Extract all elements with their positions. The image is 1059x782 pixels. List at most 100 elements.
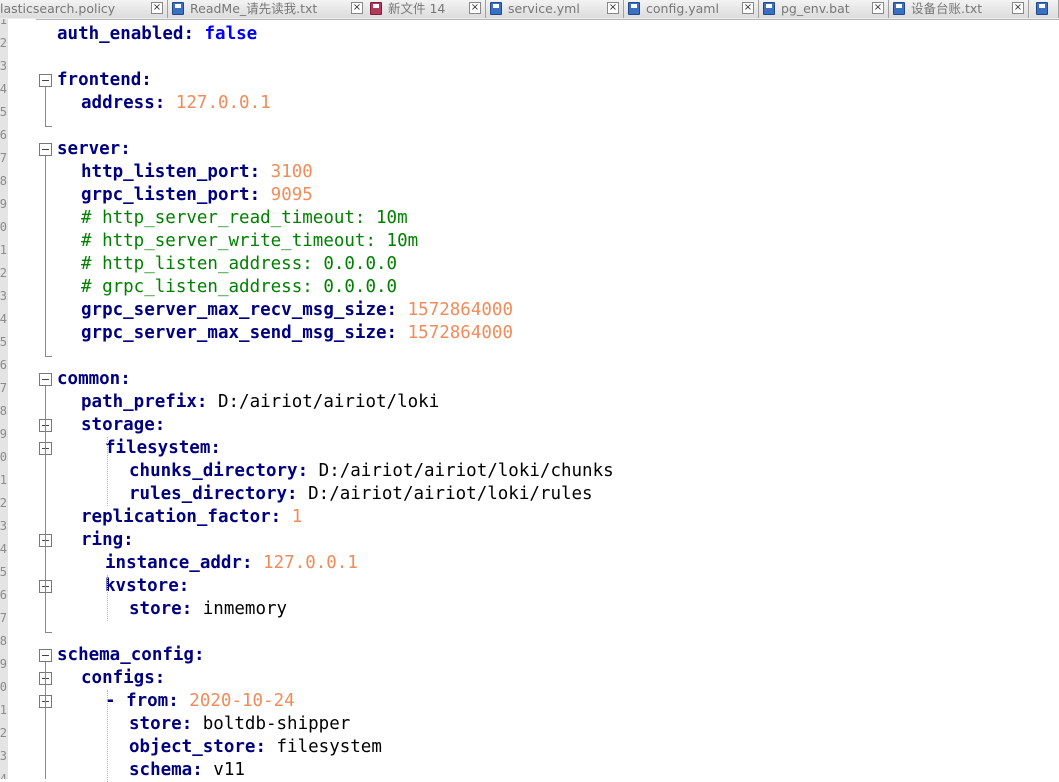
yaml-key: schema_config xyxy=(57,645,194,665)
close-icon[interactable]: × xyxy=(351,2,363,14)
yaml-separator: : xyxy=(141,70,152,90)
code-line[interactable]: storage: xyxy=(81,414,165,437)
line-number: 9 xyxy=(0,657,7,671)
yaml-separator: : xyxy=(154,668,166,688)
code-line[interactable]: # grpc_listen_address: 0.0.0.0 xyxy=(81,276,397,299)
close-icon[interactable]: × xyxy=(1012,2,1024,14)
code-line[interactable]: # http_server_write_timeout: 10m xyxy=(81,230,418,253)
code-line[interactable]: # http_listen_address: 0.0.0.0 xyxy=(81,253,397,276)
code-line[interactable]: grpc_listen_port: 9095 xyxy=(81,184,313,207)
code-line[interactable]: address: 127.0.0.1 xyxy=(81,92,271,115)
yaml-separator: : xyxy=(210,438,221,458)
yaml-value: 127.0.0.1 xyxy=(175,93,271,113)
code-line[interactable]: path_prefix: D:/airiot/airiot/loki xyxy=(81,391,439,414)
yaml-separator: : xyxy=(193,645,205,665)
line-number: 1 xyxy=(0,243,7,257)
yaml-separator: : xyxy=(154,93,176,113)
yaml-value: D:/airiot/airiot/loki/chunks xyxy=(318,461,614,481)
code-line[interactable]: filesystem: xyxy=(105,437,221,460)
yaml-key: store xyxy=(129,599,182,619)
yaml-key: common xyxy=(57,369,121,389)
tab-1[interactable]: ReadMe_请先读我.txt × xyxy=(168,0,368,18)
fold-minus-icon[interactable] xyxy=(39,143,52,156)
code-line[interactable]: server: xyxy=(57,138,131,161)
close-icon[interactable]: × xyxy=(469,2,481,14)
yaml-key: auth_enabled xyxy=(57,24,184,44)
yaml-separator: : xyxy=(287,484,309,504)
close-icon[interactable]: × xyxy=(742,2,754,14)
yaml-separator: : xyxy=(386,323,408,343)
code-line[interactable]: common: xyxy=(57,368,131,391)
line-number: 7 xyxy=(0,611,7,625)
code-line[interactable]: http_listen_port: 3100 xyxy=(81,161,313,184)
code-line[interactable]: auth_enabled: false xyxy=(57,23,257,46)
code-line[interactable]: instance_addr: 127.0.0.1 xyxy=(105,552,358,575)
indent-guide xyxy=(107,690,108,782)
code-line[interactable]: rules_directory: D:/airiot/airiot/loki/r… xyxy=(129,483,593,506)
fold-tree-end xyxy=(45,126,52,127)
code-line[interactable]: object_store: filesystem xyxy=(129,736,382,759)
line-number: 0 xyxy=(0,680,7,694)
yaml-key: replication_factor xyxy=(81,507,271,527)
code-line[interactable]: configs: xyxy=(81,667,165,690)
fold-minus-icon[interactable] xyxy=(39,649,52,662)
yaml-separator: : xyxy=(297,461,319,481)
yaml-value: 1572864000 xyxy=(407,323,513,343)
yaml-separator: : xyxy=(183,24,205,44)
tab-4[interactable]: config.yaml × xyxy=(624,0,759,18)
code-line[interactable]: chunks_directory: D:/airiot/airiot/loki/… xyxy=(129,460,614,483)
line-number: 4 xyxy=(0,82,7,96)
close-icon[interactable]: × xyxy=(607,2,619,14)
line-number: 3 xyxy=(0,749,7,763)
yaml-value: D:/airiot/airiot/loki xyxy=(217,392,440,412)
tab-3[interactable]: service.yml × xyxy=(486,0,624,18)
file-icon xyxy=(370,2,382,15)
fold-minus-icon[interactable] xyxy=(39,373,52,386)
tab-6[interactable]: 设备台账.txt × xyxy=(889,0,1029,18)
comment-text: # grpc_listen_address: 0.0.0.0 xyxy=(81,277,398,297)
code-line[interactable]: schema_config: xyxy=(57,644,205,667)
tab-5[interactable]: pg_env.bat × xyxy=(759,0,889,18)
code-line[interactable]: store: boltdb-shipper xyxy=(129,713,350,736)
fold-tree-end xyxy=(45,356,52,357)
code-line[interactable]: - from: 2020-10-24 xyxy=(105,690,295,713)
code-line[interactable]: store: inmemory xyxy=(129,598,287,621)
file-icon xyxy=(490,2,502,15)
yaml-key: http_listen_port xyxy=(81,162,250,182)
line-number: 3 xyxy=(0,519,7,533)
save-icon[interactable] xyxy=(1030,0,1059,18)
yaml-value: 127.0.0.1 xyxy=(263,553,358,573)
code-line[interactable]: ring: xyxy=(81,529,134,552)
yaml-key: frontend xyxy=(57,70,142,90)
yaml-separator: : xyxy=(255,737,277,757)
line-number: 4 xyxy=(0,312,7,326)
code-line[interactable]: grpc_server_max_send_msg_size: 157286400… xyxy=(81,322,513,345)
line-number: 3 xyxy=(0,289,7,303)
code-line[interactable]: grpc_server_max_recv_msg_size: 157286400… xyxy=(81,299,513,322)
yaml-value: 9095 xyxy=(270,185,313,205)
yaml-key: filesystem xyxy=(105,438,211,458)
yaml-separator: : xyxy=(249,162,271,182)
yaml-separator: : xyxy=(386,300,408,320)
yaml-separator: : xyxy=(270,507,292,527)
line-number: 8 xyxy=(0,634,7,648)
yaml-key: ring xyxy=(81,530,124,550)
code-line[interactable]: # http_server_read_timeout: 10m xyxy=(81,207,408,230)
line-number: 4 xyxy=(0,542,7,556)
tab-2[interactable]: 新文件 14 × xyxy=(366,0,486,18)
yaml-key: kvstore xyxy=(105,576,179,596)
code-line[interactable]: replication_factor: 1 xyxy=(81,506,302,529)
yaml-key: address xyxy=(81,93,155,113)
yaml-key: path_prefix xyxy=(81,392,197,412)
close-icon[interactable]: × xyxy=(872,2,884,14)
fold-minus-icon[interactable] xyxy=(39,74,52,87)
line-number: 8 xyxy=(0,174,7,188)
line-number: 1 xyxy=(0,19,7,27)
line-number: 1 xyxy=(0,473,7,487)
yaml-key: server xyxy=(57,139,121,159)
yaml-separator: : xyxy=(168,691,190,711)
close-icon[interactable]: × xyxy=(151,2,163,14)
code-line[interactable]: frontend: xyxy=(57,69,152,92)
code-line[interactable]: kvstore: xyxy=(105,575,189,598)
tab-0[interactable]: lasticsearch.policy × xyxy=(0,0,168,18)
